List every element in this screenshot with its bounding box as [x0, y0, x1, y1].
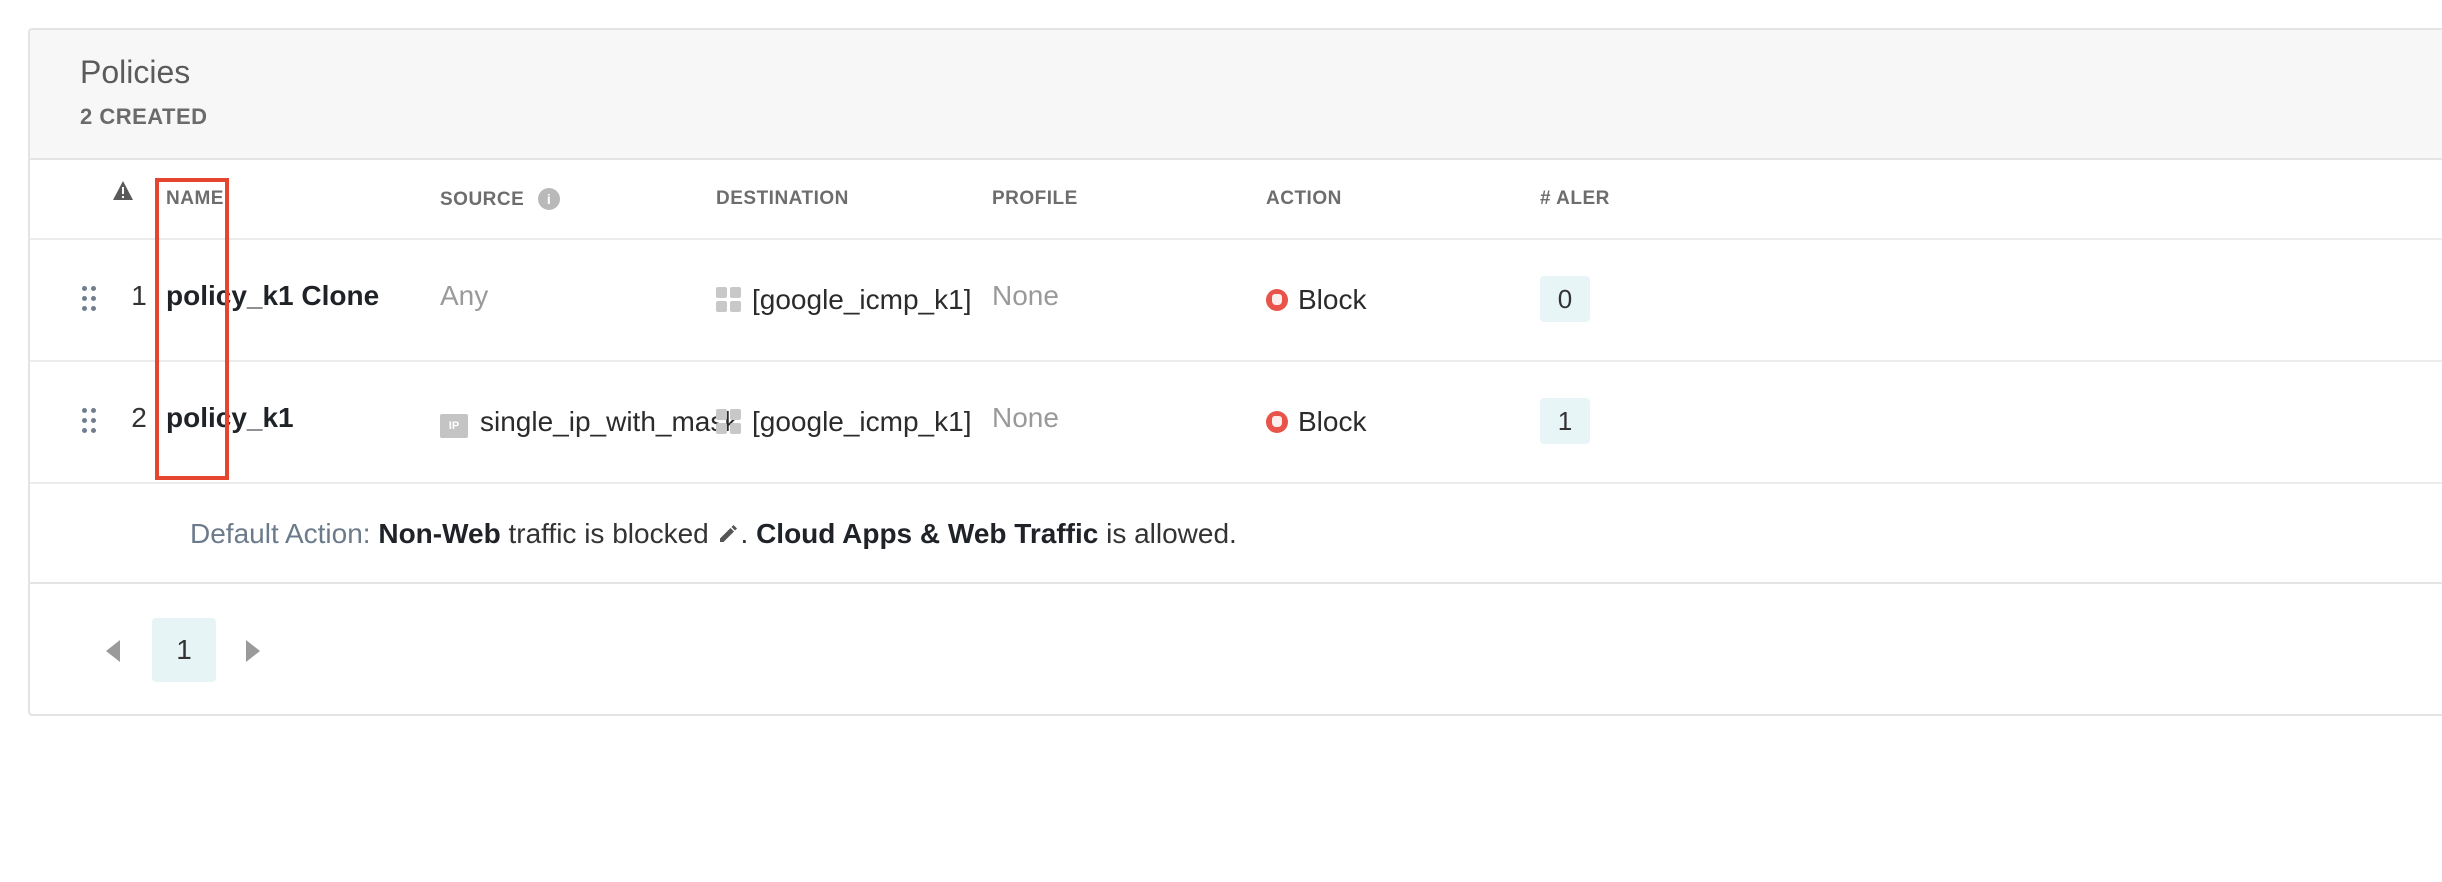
policy-source: Any — [440, 280, 489, 311]
policy-destination-label: [google_icmp_k1] — [752, 406, 972, 437]
default-action-text: Default Action: Non-Web traffic is block… — [190, 518, 1237, 550]
app-group-icon — [716, 409, 742, 435]
drag-handle-icon[interactable] — [80, 408, 100, 434]
web-traffic-status: is allowed. — [1098, 518, 1237, 549]
info-icon[interactable]: i — [538, 188, 561, 210]
column-header-alerts[interactable]: # ALER — [1540, 188, 1610, 210]
alerts-count: 0 — [1540, 276, 1590, 322]
policies-panel: Policies 2 CREATED NAME SOURCE i DESTINA… — [28, 28, 2442, 716]
policy-name[interactable]: policy_k1 Clone — [166, 280, 379, 312]
table-row[interactable]: 1 policy_k1 Clone Any [google_icmp_k1] N… — [30, 240, 2442, 362]
pagination: 1 — [30, 584, 2442, 712]
alerts-count-badge[interactable]: 0 — [1540, 276, 1590, 322]
policy-action-label: Block — [1298, 284, 1367, 315]
policy-source-label: single_ip_with_mask — [480, 406, 739, 437]
policy-destination-label: [google_icmp_k1] — [752, 284, 972, 315]
table-row[interactable]: 2 policy_k1 IP single_ip_with_mask [googl… — [30, 362, 2442, 484]
default-action-separator: . — [740, 518, 749, 549]
policy-action: Block — [1266, 406, 1366, 438]
column-header-source-label: SOURCE — [440, 189, 525, 210]
app-group-icon — [716, 287, 742, 313]
policy-action: Block — [1266, 284, 1366, 316]
alerts-count: 1 — [1540, 398, 1590, 444]
policy-count: 2 CREATED — [80, 104, 208, 129]
block-hand-icon — [1266, 289, 1288, 311]
policy-action-label: Block — [1298, 406, 1367, 437]
policy-name[interactable]: policy_k1 — [166, 402, 294, 434]
policy-source: IP single_ip_with_mask — [440, 406, 738, 438]
ip-icon: IP — [440, 414, 468, 438]
page-title: Policies — [80, 54, 191, 90]
column-header-source[interactable]: SOURCE i — [440, 188, 561, 211]
alerts-count-badge[interactable]: 1 — [1540, 398, 1590, 444]
policy-profile: None — [992, 280, 1059, 311]
warning-triangle-icon — [112, 180, 134, 207]
page-button-current[interactable]: 1 — [152, 618, 216, 682]
policy-profile: None — [992, 402, 1059, 433]
policy-index: 2 — [131, 402, 147, 433]
policy-destination: [google_icmp_k1] — [716, 284, 971, 316]
prev-page-icon[interactable] — [106, 640, 120, 662]
block-hand-icon — [1266, 411, 1288, 433]
column-header-destination[interactable]: DESTINATION — [716, 188, 849, 210]
default-action-row: Default Action: Non-Web traffic is block… — [30, 484, 2442, 584]
non-web-label: Non-Web — [378, 518, 501, 549]
web-traffic-label: Cloud Apps & Web Traffic — [756, 518, 1099, 549]
default-action-label: Default Action: — [190, 518, 371, 549]
pencil-icon[interactable] — [717, 520, 741, 544]
policy-index: 1 — [131, 280, 147, 311]
non-web-status: traffic is blocked — [500, 518, 709, 549]
table-header: NAME SOURCE i DESTINATION PROFILE ACTION… — [30, 160, 2442, 240]
next-page-icon[interactable] — [246, 640, 260, 662]
policy-destination: [google_icmp_k1] — [716, 406, 971, 438]
drag-handle-icon[interactable] — [80, 286, 100, 312]
column-header-name[interactable]: NAME — [166, 188, 224, 210]
column-header-action[interactable]: ACTION — [1266, 188, 1342, 210]
column-header-profile[interactable]: PROFILE — [992, 188, 1078, 210]
panel-header: Policies 2 CREATED — [30, 30, 2442, 160]
